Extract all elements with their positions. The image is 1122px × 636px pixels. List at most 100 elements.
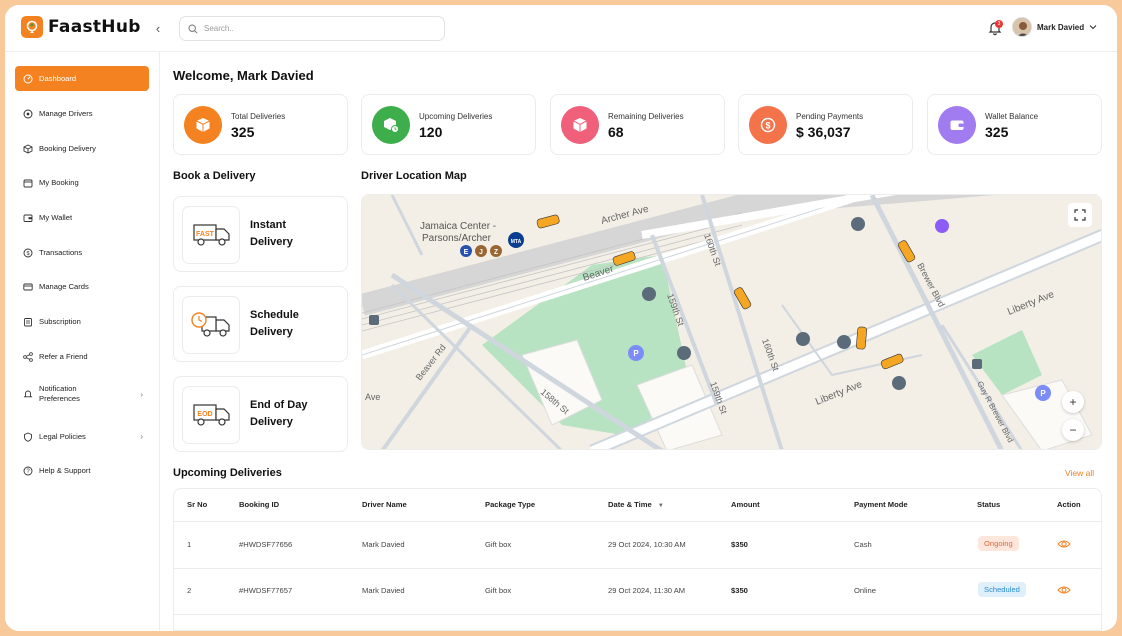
- cell-datetime: 29 Oct 2024, 11:30 AM: [608, 586, 686, 595]
- stat-card-remaining-deliveries: Remaining Deliveries 68: [550, 94, 725, 155]
- sidebar-item-subscription[interactable]: Subscription: [15, 309, 149, 334]
- stat-value: 325: [231, 124, 255, 140]
- column-header: Package Type: [485, 500, 536, 509]
- instant-delivery-card[interactable]: FAST Instant Delivery: [173, 196, 348, 272]
- sidebar-item-booking-delivery[interactable]: Booking Delivery: [15, 136, 149, 161]
- box-icon: [184, 106, 222, 144]
- sidebar-item-manage-drivers[interactable]: Manage Drivers: [15, 101, 149, 126]
- brand-logo[interactable]: FaastHub: [21, 16, 141, 38]
- zoom-out-button[interactable]: −: [1062, 419, 1084, 441]
- column-header: Status: [977, 500, 1001, 509]
- fullscreen-icon[interactable]: [1068, 203, 1092, 227]
- sidebar-item-transactions[interactable]: $ Transactions: [15, 240, 149, 265]
- sidebar: Dashboard Manage Drivers Booking Deliver…: [5, 52, 160, 631]
- sidebar-item-label: Refer a Friend: [39, 352, 88, 361]
- app-window: FaastHub ‹ 3 Mark Davied Dashboard Manag…: [5, 5, 1117, 631]
- cell-booking-id: #HWDSF77657: [239, 586, 293, 595]
- stat-value: 120: [419, 124, 443, 140]
- column-header: Payment Mode: [854, 500, 908, 509]
- collapse-sidebar-icon[interactable]: ‹: [151, 21, 165, 36]
- calendar-icon: [23, 178, 33, 188]
- avatar: [1012, 17, 1032, 37]
- view-eye-icon[interactable]: [1057, 583, 1071, 597]
- school-pin-icon: [851, 217, 865, 231]
- sidebar-item-refer-a-friend[interactable]: Refer a Friend: [15, 344, 149, 369]
- schedule-delivery-label: Schedule Delivery: [250, 309, 299, 338]
- stat-card-wallet-balance: Wallet Balance 325: [927, 94, 1102, 155]
- end-of-day-delivery-label: End of Day Delivery: [250, 399, 308, 428]
- school-pin-icon: [837, 335, 851, 349]
- map-label-station: Parsons/Archer: [422, 233, 492, 244]
- end-of-day-delivery-card[interactable]: EOD End of Day Delivery: [173, 376, 348, 452]
- chevron-right-icon: ›: [140, 390, 143, 399]
- zoom-in-button[interactable]: +: [1062, 391, 1084, 413]
- stat-value: $ 36,037: [796, 124, 851, 140]
- column-header-sortable[interactable]: Date & Time ▼: [608, 489, 664, 521]
- search-input[interactable]: [204, 24, 424, 33]
- dashboard-icon: [23, 74, 33, 84]
- column-header: Action: [1057, 500, 1081, 509]
- sidebar-item-legal-policies[interactable]: Legal Policies ›: [15, 424, 149, 449]
- box-icon: [561, 106, 599, 144]
- column-header: Amount: [731, 500, 760, 509]
- bus-stop-icon: [972, 359, 982, 369]
- sidebar-item-my-wallet[interactable]: My Wallet: [15, 205, 149, 230]
- sidebar-item-label: Dashboard: [39, 74, 77, 83]
- user-menu[interactable]: Mark Davied: [1012, 17, 1097, 37]
- view-eye-icon[interactable]: [1057, 537, 1071, 551]
- view-all-link[interactable]: View all: [1065, 468, 1094, 478]
- map-label-station: Jamaica Center -: [420, 221, 496, 232]
- brand-name: FaastHub: [48, 17, 141, 37]
- upcoming-deliveries-title: Upcoming Deliveries: [173, 467, 282, 479]
- eod-truck-icon: EOD: [182, 386, 240, 444]
- sidebar-item-label: Help & Support: [39, 466, 91, 475]
- svg-text:$: $: [26, 251, 29, 257]
- mta-label: MTA: [511, 239, 522, 245]
- cell-driver: Mark Davied: [362, 586, 405, 595]
- search-icon: [188, 23, 198, 34]
- book-delivery-title: Book a Delivery: [173, 170, 256, 182]
- sidebar-item-label: Notification Preferences: [39, 384, 80, 403]
- cell-sr: 2: [187, 586, 192, 595]
- sidebar-item-label: Booking Delivery: [39, 144, 96, 153]
- logo-icon: [21, 16, 43, 38]
- search-box[interactable]: [179, 16, 445, 41]
- sidebar-item-label: My Wallet: [39, 213, 73, 222]
- top-bar: FaastHub ‹ 3 Mark Davied: [5, 5, 1117, 52]
- card-icon: [23, 282, 33, 292]
- truck-tag: FAST: [196, 231, 215, 238]
- chevron-down-icon: [1089, 25, 1097, 30]
- sidebar-item-help-support[interactable]: ? Help & Support: [15, 458, 149, 483]
- column-header: Booking ID: [239, 500, 280, 509]
- sidebar-item-notification-preferences[interactable]: Notification Preferences ›: [15, 379, 149, 409]
- stat-label: Wallet Balance: [985, 112, 1039, 121]
- school-pin-icon: [796, 332, 810, 346]
- sidebar-item-my-booking[interactable]: My Booking: [15, 170, 149, 195]
- street-label: Ave: [365, 392, 380, 402]
- schedule-delivery-card[interactable]: Schedule Delivery: [173, 286, 348, 362]
- parking-label: P: [633, 349, 639, 358]
- cell-driver: Mark Davied: [362, 540, 405, 549]
- cell-datetime: 29 Oct 2024, 10:30 AM: [608, 540, 686, 549]
- divider: [174, 614, 1101, 615]
- sidebar-item-dashboard[interactable]: Dashboard: [15, 66, 149, 91]
- school-pin-icon: [677, 346, 691, 360]
- upcoming-deliveries-table: Sr No Booking ID Driver Name Package Typ…: [173, 488, 1102, 631]
- school-pin-icon: [892, 376, 906, 390]
- sidebar-item-label: Subscription: [39, 317, 81, 326]
- truck-tag: EOD: [197, 411, 212, 418]
- sidebar-item-manage-cards[interactable]: Manage Cards: [15, 274, 149, 299]
- schedule-truck-icon: [182, 296, 240, 354]
- sidebar-item-label: Manage Cards: [39, 282, 89, 291]
- cell-package: Gift box: [485, 540, 512, 549]
- column-header: Sr No: [187, 500, 208, 509]
- driver-location-map[interactable]: Jamaica Center - Parsons/Archer MTA E J …: [361, 194, 1102, 450]
- status-badge: Scheduled: [978, 582, 1026, 597]
- wallet-icon: [23, 213, 33, 223]
- cell-amount: $350: [731, 540, 748, 549]
- cell-amount: $350: [731, 586, 748, 595]
- cell-payment-mode: Online: [854, 586, 876, 595]
- notification-badge: 3: [995, 20, 1003, 28]
- subway-line-label: E: [464, 249, 469, 256]
- chevron-right-icon: ›: [140, 432, 143, 441]
